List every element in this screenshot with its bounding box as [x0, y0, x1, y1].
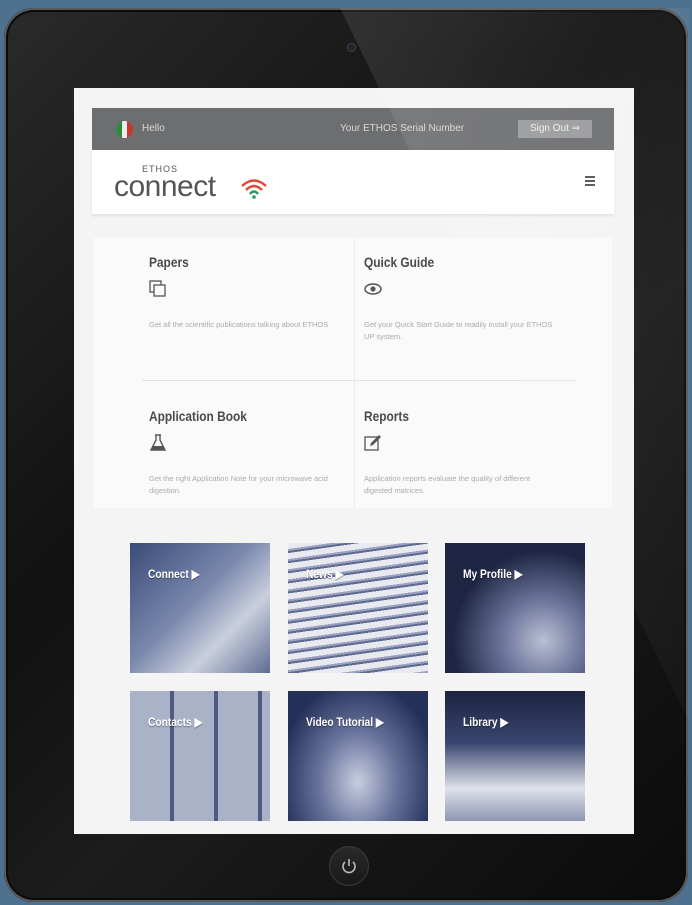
tile-label: Library ▶: [463, 715, 509, 729]
horizontal-divider: [142, 380, 576, 381]
tile-news[interactable]: News ▶: [288, 543, 428, 673]
arrow-right-icon: ⇒: [571, 123, 581, 134]
features-panel: Papers Get all the scientific publicatio…: [94, 238, 612, 508]
flask-icon: [149, 434, 167, 451]
tile-label: My Profile ▶: [463, 567, 523, 581]
card-title: Papers: [149, 254, 189, 270]
tile-label: Connect ▶: [148, 567, 200, 581]
italy-flag-icon[interactable]: [116, 121, 133, 138]
camera-icon: [348, 44, 355, 51]
sign-out-button[interactable]: Sign Out ⇒: [518, 120, 592, 138]
tile-label: News ▶: [306, 567, 344, 581]
sign-out-label: Sign Out: [529, 123, 569, 134]
eye-icon: [364, 283, 382, 295]
logo-wordmark[interactable]: connect: [114, 170, 216, 204]
card-application-book[interactable]: Application Book Get the right Applicati…: [149, 408, 379, 497]
app-header: ETHOS connect: [92, 150, 614, 214]
copy-icon: [149, 280, 166, 297]
serial-number-label: Your ETHOS Serial Number: [340, 123, 465, 134]
hamburger-menu-icon[interactable]: [585, 176, 595, 188]
power-button[interactable]: [329, 846, 369, 886]
card-description: Application reports evaluate the quality…: [364, 474, 531, 495]
app-screen: Hello Your ETHOS Serial Number Sign Out …: [74, 88, 634, 834]
tile-contacts[interactable]: Contacts ▶: [130, 691, 270, 821]
card-papers[interactable]: Papers Get all the scientific publicatio…: [149, 254, 379, 331]
top-bar: Hello Your ETHOS Serial Number Sign Out …: [92, 108, 614, 150]
card-description: Get your Quick Start Guide to readily in…: [364, 320, 553, 341]
tile-label: Video Tutorial ▶: [306, 715, 384, 729]
power-icon: [342, 859, 356, 874]
card-title: Quick Guide: [364, 254, 435, 270]
card-quick-guide[interactable]: Quick Guide Get your Quick Start Guide t…: [364, 254, 594, 343]
card-description: Get all the scientific publications talk…: [149, 320, 329, 329]
wifi-logo-icon: [241, 179, 267, 199]
edit-icon: [364, 435, 381, 451]
card-description: Get the right Application Note for your …: [149, 474, 328, 495]
tile-video-tutorial[interactable]: Video Tutorial ▶: [288, 691, 428, 821]
card-title: Reports: [364, 408, 409, 424]
card-title: Application Book: [149, 408, 247, 424]
card-reports[interactable]: Reports Application reports evaluate the…: [364, 408, 594, 497]
tile-library[interactable]: Library ▶: [445, 691, 585, 821]
tile-my-profile[interactable]: My Profile ▶: [445, 543, 585, 673]
tile-connect[interactable]: Connect ▶: [130, 543, 270, 673]
tile-label: Contacts ▶: [148, 715, 203, 729]
greeting-text: Hello: [142, 123, 165, 134]
